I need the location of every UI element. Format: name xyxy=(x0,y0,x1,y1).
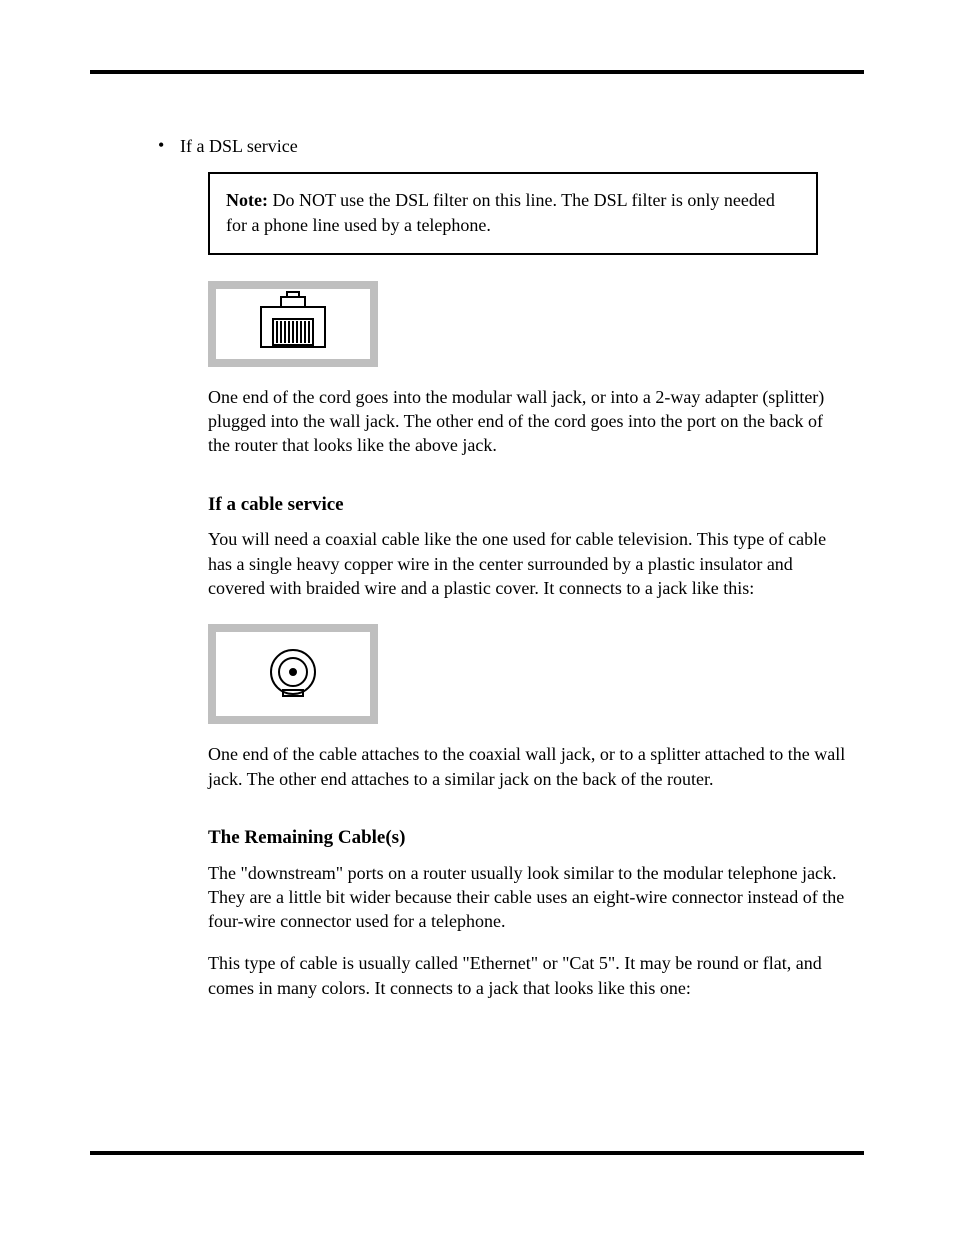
para-coax-use: One end of the cable attaches to the coa… xyxy=(208,742,848,791)
page: • If a DSL service Note: Do NOT use the … xyxy=(0,0,954,1235)
bullet-text: If a DSL service xyxy=(180,136,298,156)
title-cable-service: If a cable service xyxy=(208,492,854,518)
note-box: Note: Do NOT use the DSL filter on this … xyxy=(208,172,818,255)
rj45-port-icon xyxy=(208,281,378,367)
note-label: Note: xyxy=(226,190,268,210)
bottom-rule xyxy=(90,1151,864,1155)
para-rj45: One end of the cord goes into the modula… xyxy=(208,385,848,458)
para-coax-intro: You will need a coaxial cable like the o… xyxy=(208,527,848,600)
note-text: Do NOT use the DSL filter on this line. … xyxy=(226,190,775,234)
bullet-dot-icon: • xyxy=(158,136,164,154)
para-ethernet: This type of cable is usually called "Et… xyxy=(208,951,848,1000)
top-rule xyxy=(90,70,864,74)
title-remaining-cables: The Remaining Cable(s) xyxy=(208,825,854,851)
rj45-svg xyxy=(253,289,333,355)
coax-svg xyxy=(253,632,333,712)
bullet-item-dsl: • If a DSL service xyxy=(180,134,854,158)
coax-port-icon xyxy=(208,624,378,724)
content-block: • If a DSL service Note: Do NOT use the … xyxy=(180,134,854,1000)
para-downstream: The "downstream" ports on a router usual… xyxy=(208,861,848,934)
